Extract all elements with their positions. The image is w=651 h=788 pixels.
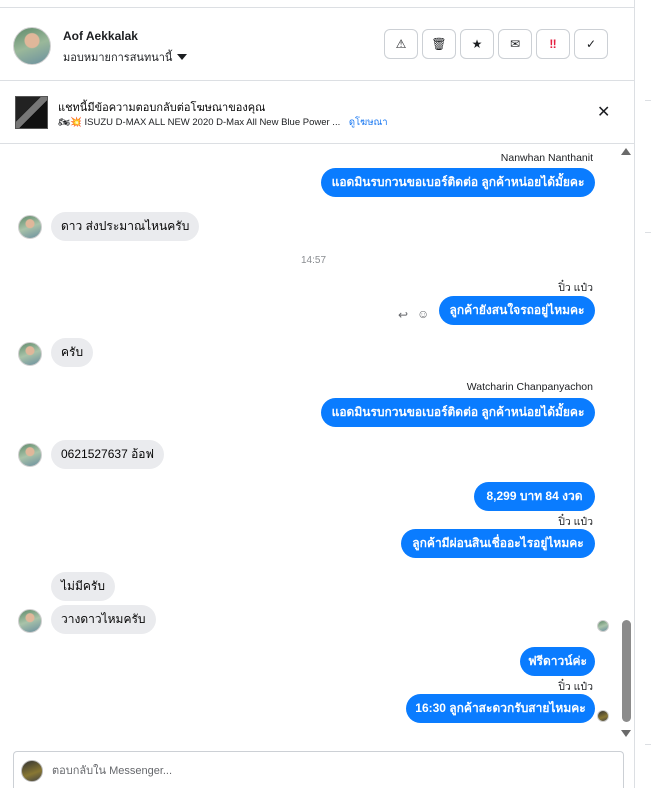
assign-label: มอบหมายการสนทนานี้ (63, 52, 173, 64)
message-bubble-outgoing[interactable]: ลูกค้ามีผ่อนสินเชื่ออะไรอยู่ไหมคะ (401, 529, 595, 558)
divider (645, 744, 651, 745)
close-icon[interactable]: ✕ (597, 102, 610, 122)
ad-banner-subtitle: 🏍💥 ISUZU D-MAX ALL NEW 2020 D-Max All Ne… (58, 115, 388, 130)
sender-name: Watcharin Chanpanyachon (466, 381, 593, 393)
double-exclamation-icon: ‼ (549, 37, 557, 51)
contact-avatar-small (18, 342, 42, 366)
scroll-down-arrow-icon[interactable] (621, 730, 631, 737)
assign-conversation-dropdown[interactable]: มอบหมายการสนทนานี้ (63, 48, 188, 66)
contact-avatar[interactable] (13, 27, 51, 65)
trash-icon: 🗑 (431, 37, 447, 51)
message-bubble-outgoing[interactable]: ฟรีดาวน์ค่ะ (520, 647, 595, 676)
right-panel-edge (634, 0, 651, 788)
message-bubble-outgoing[interactable]: 8,299 บาท 84 งวด (474, 482, 595, 511)
reply-icon[interactable]: ↩ (398, 308, 408, 322)
contact-avatar-small (18, 609, 42, 633)
ad-name: ISUZU D-MAX ALL NEW 2020 D-Max All New B… (84, 117, 341, 128)
sender-name: ปิ๋ว แป๋ว (558, 516, 593, 528)
emoji-icon[interactable]: ☺ (417, 307, 429, 321)
contact-avatar-small (18, 443, 42, 467)
view-ad-link[interactable]: ดูโฆษณา (349, 117, 388, 128)
seen-avatar-icon (597, 620, 609, 632)
action-toolbar: ⚠ 🗑 ★ ✉ ‼ ✓ (384, 29, 608, 59)
check-icon: ✓ (585, 37, 597, 51)
message-bubble-incoming[interactable]: ดาว ส่งประมาณไหนครับ (51, 212, 200, 241)
message-bubble-incoming[interactable]: วางดาวไหมครับ (51, 605, 156, 634)
ad-reply-banner: แชทนี้มีข้อความตอบกลับต่อโฆษณาของคุณ 🏍💥 … (0, 82, 634, 144)
caret-down-icon (177, 54, 188, 60)
divider (645, 232, 651, 233)
ad-thumbnail[interactable] (15, 96, 48, 129)
sender-name: ปิ๋ว แป๋ว (558, 681, 593, 693)
timestamp: 14:57 (301, 255, 327, 266)
mark-unread-button[interactable]: ✉ (498, 29, 532, 59)
reply-input[interactable] (52, 762, 552, 780)
spam-button[interactable]: ⚠ (384, 29, 418, 59)
delete-button[interactable]: 🗑 (422, 29, 456, 59)
mark-done-button[interactable]: ✓ (574, 29, 608, 59)
scroll-up-arrow-icon[interactable] (621, 148, 631, 155)
message-thread: Nanwhan Nanthanit แอดมินรบกวนขอเบอร์ติดต… (0, 145, 620, 745)
message-bubble-incoming[interactable]: ไม่มีครับ (51, 572, 115, 601)
follow-up-button[interactable]: ‼ (536, 29, 570, 59)
divider (645, 100, 651, 101)
message-bubble-outgoing[interactable]: แอดมินรบกวนขอเบอร์ติดต่อ ลูกค้าหน่อยได้ม… (321, 398, 595, 427)
ad-emoji: 🏍💥 (58, 117, 82, 128)
message-bubble-incoming[interactable]: 0621527637 อ้อฟ (51, 440, 164, 469)
message-bubble-outgoing[interactable]: 16:30 ลูกค้าสะดวกรับสายไหมคะ (406, 694, 595, 723)
sender-name: ปิ๋ว แป๋ว (558, 282, 593, 294)
scrollbar-thumb[interactable] (622, 620, 631, 722)
top-edge (0, 0, 634, 8)
my-avatar (21, 760, 43, 782)
contact-name[interactable]: Aof Aekkalak (63, 29, 138, 43)
conversation-header: Aof Aekkalak มอบหมายการสนทนานี้ ⚠ 🗑 ★ ✉ … (0, 9, 634, 81)
message-bubble-outgoing[interactable]: ลูกค้ายังสนใจรถอยู่ไหมคะ (439, 296, 595, 325)
reply-composer (13, 751, 624, 788)
contact-avatar-small (18, 215, 42, 239)
star-button[interactable]: ★ (460, 29, 494, 59)
envelope-icon: ✉ (509, 37, 521, 51)
message-bubble-incoming[interactable]: ครับ (51, 338, 94, 367)
sender-name: Nanwhan Nanthanit (500, 152, 593, 164)
message-bubble-outgoing[interactable]: แอดมินรบกวนขอเบอร์ติดต่อ ลูกค้าหน่อยได้ม… (321, 168, 595, 197)
seen-avatar-icon (597, 710, 609, 722)
star-icon: ★ (471, 37, 483, 51)
ad-banner-title: แชทนี้มีข้อความตอบกลับต่อโฆษณาของคุณ (58, 102, 266, 114)
warning-icon: ⚠ (395, 37, 407, 51)
